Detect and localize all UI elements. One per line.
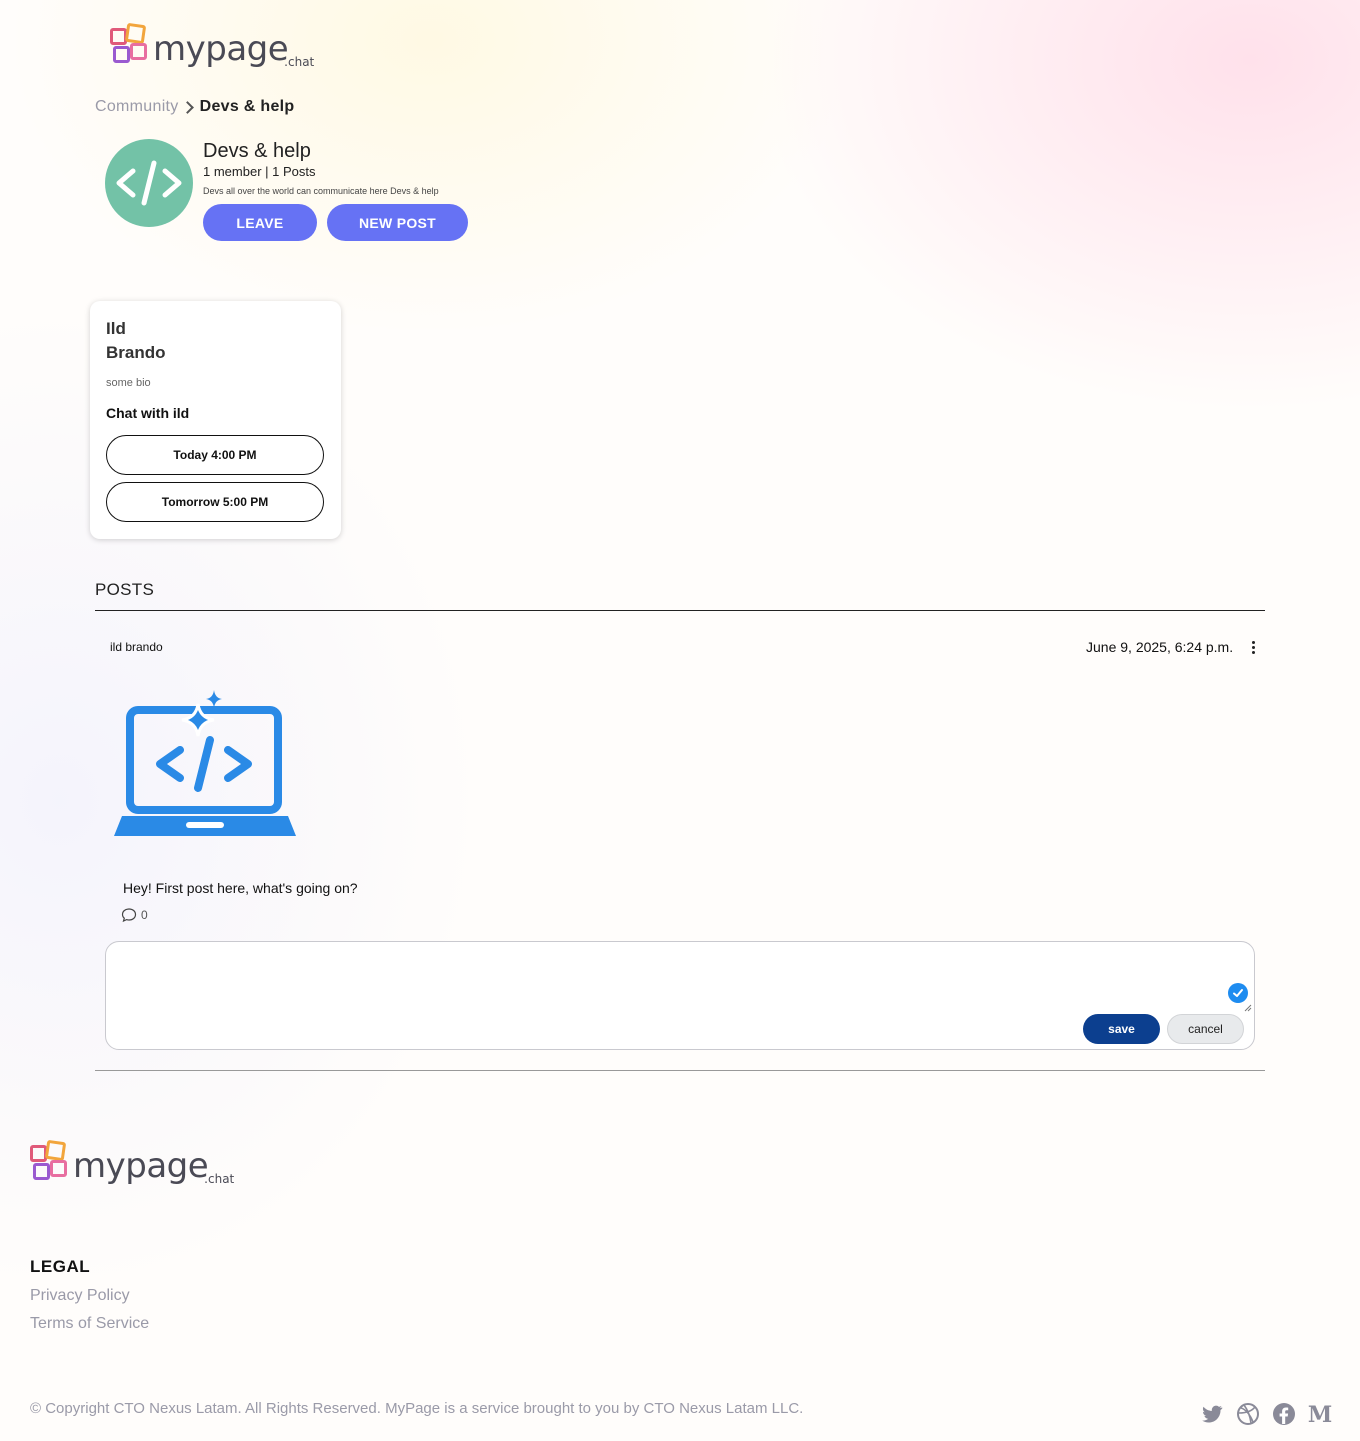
posts-bottom-divider xyxy=(95,1070,1265,1071)
copyright-text: © Copyright CTO Nexus Latam. All Rights … xyxy=(30,1400,804,1417)
comment-count[interactable]: 0 xyxy=(121,907,148,923)
member-bio: some bio xyxy=(106,377,151,389)
member-last-name: Brando xyxy=(106,343,166,362)
post-text: Hey! First post here, what's going on? xyxy=(123,880,358,896)
group-title: Devs & help xyxy=(203,140,311,162)
comment-editor[interactable]: save cancel xyxy=(105,941,1255,1050)
slot-button-today[interactable]: Today 4:00 PM xyxy=(106,435,324,475)
slot-button-tomorrow[interactable]: Tomorrow 5:00 PM xyxy=(106,482,324,522)
breadcrumb-community-link[interactable]: Community xyxy=(95,98,179,116)
facebook-icon[interactable] xyxy=(1272,1402,1296,1426)
post-image xyxy=(110,688,300,845)
cancel-button[interactable]: cancel xyxy=(1167,1014,1244,1044)
logo-mark-icon xyxy=(110,22,150,66)
breadcrumb-current: Devs & help xyxy=(199,98,295,115)
legal-heading: LEGAL xyxy=(30,1257,91,1276)
breadcrumb: Community Devs & help xyxy=(95,98,295,116)
logo-mark-icon xyxy=(30,1139,70,1183)
twitter-icon[interactable] xyxy=(1200,1402,1224,1426)
post-author[interactable]: ild brando xyxy=(110,640,163,654)
resize-handle-icon[interactable] xyxy=(1244,999,1252,1012)
new-post-button[interactable]: NEW POST xyxy=(327,204,468,241)
group-avatar xyxy=(105,139,193,227)
more-options-icon[interactable] xyxy=(1252,639,1255,656)
social-links: M xyxy=(1200,1402,1332,1426)
footer-logo[interactable]: mypage .chat xyxy=(30,1139,235,1186)
post-date: June 9, 2025, 6:24 p.m. xyxy=(1086,639,1234,655)
laptop-code-icon xyxy=(114,690,296,836)
logo-suffix: .chat xyxy=(204,1172,235,1186)
logo-wordmark: mypage xyxy=(73,1146,209,1186)
header-logo[interactable]: mypage .chat xyxy=(110,22,315,69)
logo-suffix: .chat xyxy=(284,55,315,69)
logo-wordmark: mypage xyxy=(153,29,289,69)
member-card: Ild Brando some bio Chat with ild Today … xyxy=(90,301,341,539)
posts-heading: POSTS xyxy=(95,580,155,599)
dribbble-icon[interactable] xyxy=(1236,1402,1260,1426)
chevron-right-icon xyxy=(180,100,194,114)
chat-label: Chat with ild xyxy=(106,405,190,421)
group-meta: 1 member | 1 Posts xyxy=(203,164,316,179)
terms-of-service-link[interactable]: Terms of Service xyxy=(30,1315,149,1333)
member-first-name: Ild xyxy=(106,319,126,338)
privacy-policy-link[interactable]: Privacy Policy xyxy=(30,1287,130,1305)
leave-button[interactable]: LEAVE xyxy=(203,204,317,241)
save-button[interactable]: save xyxy=(1083,1014,1160,1044)
medium-icon[interactable]: M xyxy=(1308,1402,1332,1426)
code-icon xyxy=(116,160,182,206)
group-description: Devs all over the world can communicate … xyxy=(203,186,439,196)
comment-count-value: 0 xyxy=(141,908,148,922)
comment-icon xyxy=(121,908,137,923)
posts-divider xyxy=(95,610,1265,611)
svg-text:M: M xyxy=(1308,1402,1332,1426)
